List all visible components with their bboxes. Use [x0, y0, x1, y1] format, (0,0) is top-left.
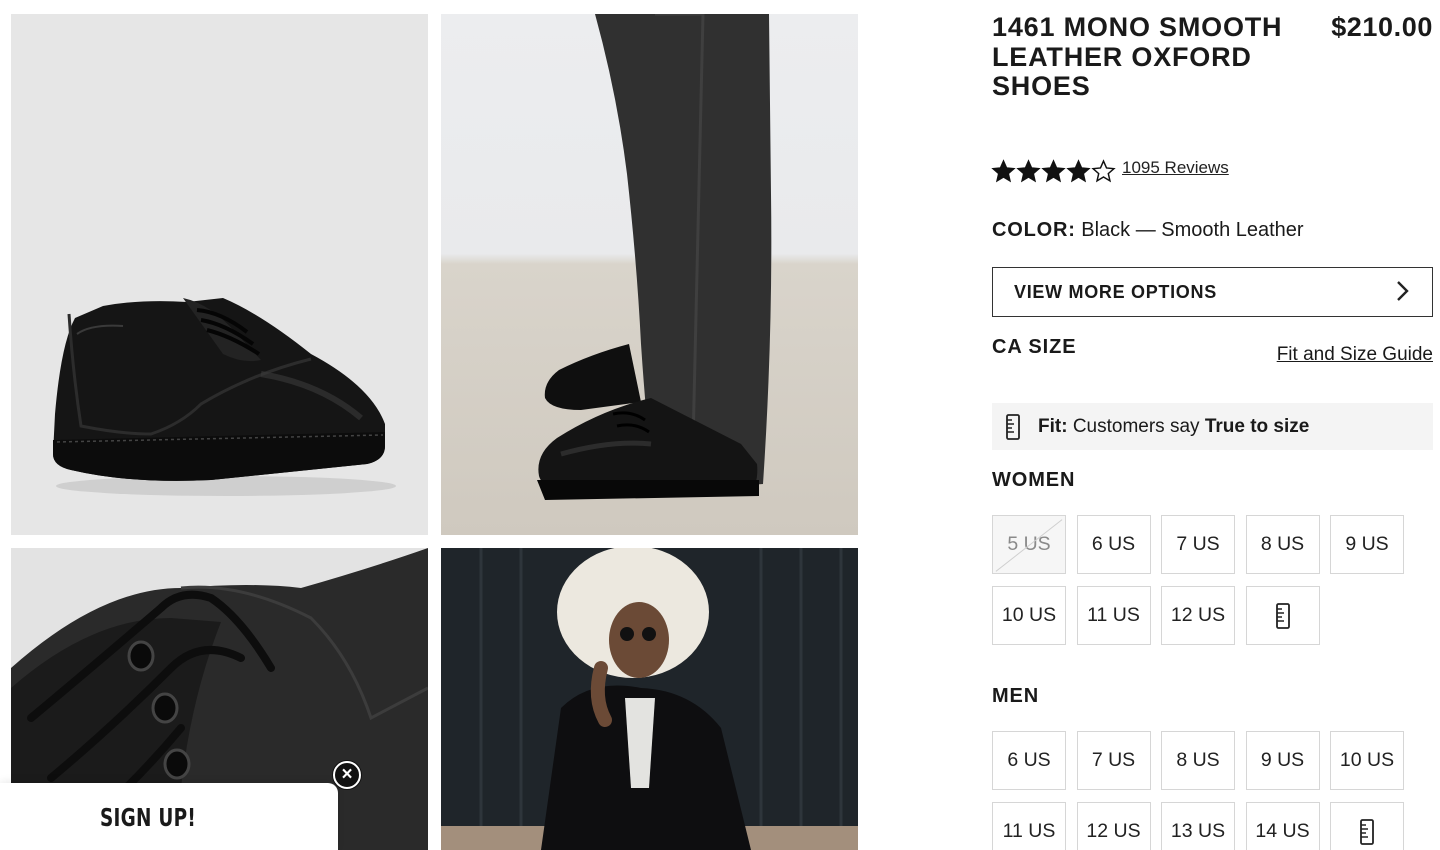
- fit-label: Fit:: [1038, 415, 1068, 437]
- fit-and-size-guide-link[interactable]: Fit and Size Guide: [1200, 344, 1433, 366]
- size-option[interactable]: 10 US: [1330, 731, 1404, 790]
- men-size-grid: 6 US 7 US 8 US 9 US 10 US 11 US 12 US 13 US 14 U…: [992, 731, 1404, 850]
- shoe-worn-illustration: [537, 14, 772, 500]
- view-more-options-label: VIEW MORE OPTIONS: [1014, 281, 1217, 302]
- rating-stars[interactable]: [991, 159, 1116, 184]
- size-option[interactable]: 5 US: [992, 515, 1066, 574]
- color-info: COLOR: Black — Smooth Leather: [992, 219, 1304, 242]
- chevron-right-icon: [1397, 281, 1409, 301]
- size-option[interactable]: 10 US: [992, 586, 1066, 645]
- size-option[interactable]: 13 US: [1161, 802, 1235, 850]
- color-label: COLOR:: [992, 219, 1076, 241]
- size-option[interactable]: 12 US: [1161, 586, 1235, 645]
- fit-banner: Fit: Customers say True to size: [992, 403, 1433, 450]
- signup-label[interactable]: SIGN UP!: [27, 803, 270, 832]
- size-option[interactable]: 8 US: [1161, 731, 1235, 790]
- size-option[interactable]: 9 US: [1245, 731, 1320, 790]
- star-filled-icon: [991, 159, 1016, 183]
- ruler-icon: [1360, 818, 1374, 845]
- size-option[interactable]: 8 US: [1245, 515, 1320, 574]
- view-more-options-button[interactable]: VIEW MORE OPTIONS: [992, 267, 1433, 317]
- men-size-heading: MEN: [992, 685, 1040, 707]
- size-option[interactable]: 6 US: [1076, 515, 1151, 574]
- star-filled-icon: [1016, 159, 1041, 183]
- lifestyle-illustration: [441, 548, 858, 850]
- close-icon[interactable]: ×: [333, 761, 361, 789]
- signup-popup[interactable]: SIGN UP!: [0, 783, 338, 850]
- lifestyle-image[interactable]: [441, 548, 858, 850]
- product-image-worn[interactable]: [441, 14, 858, 535]
- fit-text: Customers say: [1072, 415, 1200, 437]
- size-option[interactable]: 14 US: [1245, 802, 1320, 850]
- women-size-grid: 5 US 6 US 7 US 8 US 9 US 10 US 11 US 12 US: [992, 515, 1404, 645]
- size-heading: CA SIZE: [992, 336, 1077, 358]
- size-guide-button[interactable]: [1245, 586, 1320, 645]
- size-option[interactable]: 7 US: [1161, 515, 1235, 574]
- color-value: Black — Smooth Leather: [1081, 219, 1304, 241]
- fit-value: True to size: [1204, 415, 1310, 437]
- star-filled-icon: [1041, 159, 1066, 183]
- ruler-icon: [1006, 413, 1020, 440]
- product-price: $210.00: [1331, 12, 1433, 42]
- product-title: 1461 MONO SMOOTH LEATHER OXFORD SHOES: [992, 12, 1283, 101]
- reviews-link[interactable]: 1095 Reviews: [1122, 158, 1229, 178]
- size-option[interactable]: 11 US: [992, 802, 1066, 850]
- star-empty-icon: [1091, 159, 1116, 183]
- size-guide-button[interactable]: [1330, 802, 1404, 850]
- shoe-side-illustration: [53, 298, 396, 496]
- product-image-side[interactable]: [11, 14, 428, 535]
- size-option[interactable]: 12 US: [1076, 802, 1151, 850]
- star-filled-icon: [1066, 159, 1091, 183]
- size-option[interactable]: 6 US: [992, 731, 1066, 790]
- size-option[interactable]: 7 US: [1076, 731, 1151, 790]
- size-option[interactable]: 11 US: [1076, 586, 1151, 645]
- size-option[interactable]: 9 US: [1330, 515, 1404, 574]
- ruler-icon: [1275, 602, 1290, 629]
- women-size-heading: WOMEN: [992, 469, 1076, 491]
